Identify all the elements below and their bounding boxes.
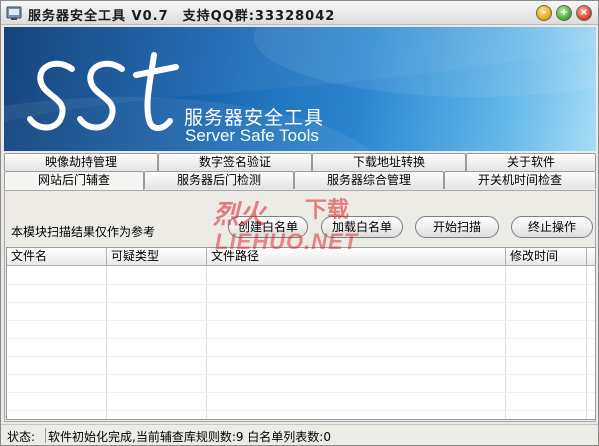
column-filler: [587, 248, 595, 266]
tab-server-backdoor[interactable]: 服务器后门检测: [144, 171, 294, 189]
status-text: 软件初始化完成,当前辅查库规则数:9 白名单列表数:0: [48, 430, 331, 444]
status-bar: 状态: 软件初始化完成,当前辅查库规则数:9 白名单列表数:0: [1, 424, 598, 445]
column-suspicious-type[interactable]: 可疑类型: [107, 248, 207, 266]
minimize-button[interactable]: –: [536, 5, 552, 21]
column-modified-time[interactable]: 修改时间: [506, 248, 587, 266]
banner: 服务器安全工具 Server Safe Tools: [4, 27, 596, 151]
window-title: 服务器安全工具 V0.7 支持QQ群:33328042: [28, 5, 335, 24]
status-separator: [45, 428, 46, 443]
row-divider: [7, 374, 595, 375]
main-window: 服务器安全工具 V0.7 支持QQ群:33328042 – + × 服务器安全工具…: [0, 0, 599, 446]
tab-boot-time-check[interactable]: 开关机时间检查: [444, 171, 596, 189]
close-button[interactable]: ×: [576, 5, 592, 21]
results-table[interactable]: 文件名 可疑类型 文件路径 修改时间: [6, 247, 596, 420]
row-divider: [7, 392, 595, 393]
panel-hint: 本模块扫描结果仅作为参考: [11, 225, 156, 239]
column-divider: [586, 266, 587, 419]
table-header: 文件名 可疑类型 文件路径 修改时间: [7, 248, 595, 266]
row-divider: [7, 302, 595, 303]
column-divider: [505, 266, 506, 419]
column-divider: [206, 266, 207, 419]
column-filename[interactable]: 文件名: [7, 248, 107, 266]
column-file-path[interactable]: 文件路径: [207, 248, 506, 266]
minimize-icon: –: [541, 7, 547, 18]
app-icon: [6, 6, 22, 20]
window-title-text: 服务器安全工具 V0.7: [28, 9, 169, 24]
title-bar[interactable]: 服务器安全工具 V0.7 支持QQ群:33328042 – + ×: [1, 1, 598, 25]
column-divider: [106, 266, 107, 419]
tab-about[interactable]: 关于软件: [466, 153, 596, 171]
row-divider: [7, 338, 595, 339]
row-divider: [7, 356, 595, 357]
maximize-icon: +: [559, 7, 569, 18]
row-divider: [7, 410, 595, 411]
row-divider: [7, 320, 595, 321]
tab-hijack-manage[interactable]: 映像劫持管理: [4, 153, 158, 171]
banner-title-en: Server Safe Tools: [185, 126, 319, 145]
start-scan-button[interactable]: 开始扫描: [415, 216, 499, 238]
status-label: 状态:: [7, 430, 36, 444]
tab-website-backdoor[interactable]: 网站后门辅查: [4, 171, 144, 190]
create-whitelist-button[interactable]: 创建白名单: [228, 216, 308, 238]
row-divider: [7, 284, 595, 285]
close-icon: ×: [579, 7, 589, 18]
load-whitelist-button[interactable]: 加载白名单: [321, 216, 403, 238]
tab-download-convert[interactable]: 下载地址转换: [312, 153, 466, 171]
tab-server-manage[interactable]: 服务器综合管理: [294, 171, 444, 189]
tab-signature-verify[interactable]: 数字签名验证: [158, 153, 312, 171]
stop-button[interactable]: 终止操作: [511, 216, 593, 238]
qq-group-text: 支持QQ群:33328042: [182, 9, 336, 24]
maximize-button[interactable]: +: [556, 5, 572, 21]
